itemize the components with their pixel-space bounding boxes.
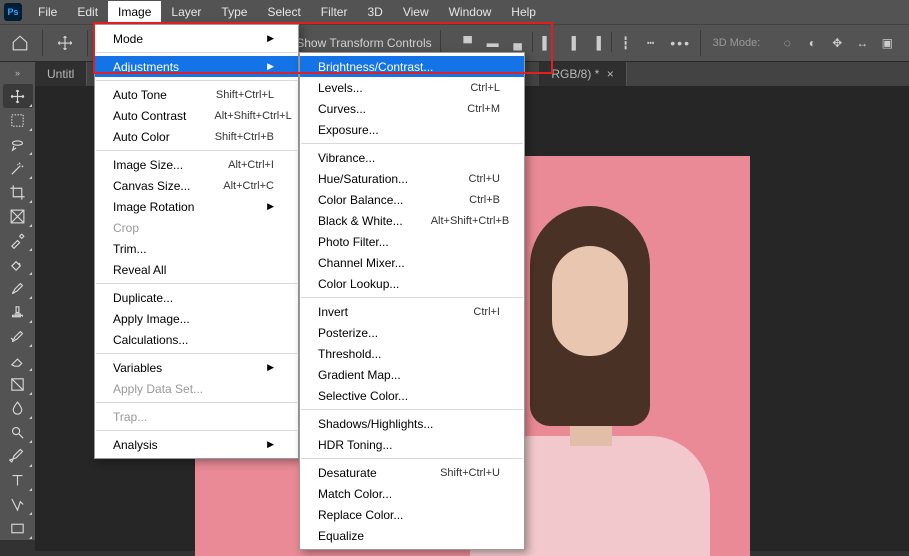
adjust-menu-item-brightness-contrast[interactable]: Brightness/Contrast... [300,56,524,77]
adjust-menu-item-invert[interactable]: InvertCtrl+I [300,301,524,322]
expand-panel-icon[interactable]: » [15,68,20,78]
tool-history[interactable] [3,324,33,348]
align-top-icon[interactable]: ▀ [457,32,479,54]
align-left-icon[interactable]: ▌ [536,32,558,54]
tool-move[interactable] [3,84,33,108]
image-menu-item-mode[interactable]: Mode▶ [95,28,298,49]
home-icon[interactable] [6,29,34,57]
3d-pan-icon[interactable]: ✥ [826,32,848,54]
adjust-menu-item-photo-filter[interactable]: Photo Filter... [300,231,524,252]
image-menu-item-apply-data-set: Apply Data Set... [95,378,298,399]
tool-frame[interactable] [3,204,33,228]
align-vcenter-icon[interactable]: ▬ [482,32,504,54]
distribute-h-icon[interactable]: ┇ [615,32,637,54]
menu-help[interactable]: Help [501,1,546,23]
menu-3d[interactable]: 3D [357,1,392,23]
menu-file[interactable]: File [28,1,67,23]
tool-rectangle[interactable] [3,516,33,540]
menu-filter[interactable]: Filter [311,1,358,23]
image-menu-item-apply-image[interactable]: Apply Image... [95,308,298,329]
image-menu-item-auto-color[interactable]: Auto ColorShift+Ctrl+B [95,126,298,147]
adjust-menu-item-curves[interactable]: Curves...Ctrl+M [300,98,524,119]
menu-select[interactable]: Select [257,1,310,23]
3d-orbit-icon[interactable]: ◌ [776,32,798,54]
adjust-menu-item-levels[interactable]: Levels...Ctrl+L [300,77,524,98]
adjust-menu-item-black-white[interactable]: Black & White...Alt+Shift+Ctrl+B [300,210,524,231]
adjust-menu-item-shadows-highlights[interactable]: Shadows/Highlights... [300,413,524,434]
ps-logo: Ps [4,3,22,21]
image-menu: Mode▶Adjustments▶Auto ToneShift+Ctrl+LAu… [94,24,299,459]
tool-wand[interactable] [3,156,33,180]
tool-type[interactable] [3,468,33,492]
image-menu-item-calculations[interactable]: Calculations... [95,329,298,350]
adjust-menu-item-channel-mixer[interactable]: Channel Mixer... [300,252,524,273]
adjust-menu-item-replace-color[interactable]: Replace Color... [300,504,524,525]
tool-stamp[interactable] [3,300,33,324]
menu-edit[interactable]: Edit [67,1,108,23]
3d-roll-icon[interactable]: ◐ [801,32,823,54]
show-controls-label: Show Transform Controls [296,36,431,50]
image-menu-item-canvas-size[interactable]: Canvas Size...Alt+Ctrl+C [95,175,298,196]
tool-blur[interactable] [3,396,33,420]
3d-camera-icon[interactable]: ▣ [876,32,898,54]
menu-view[interactable]: View [393,1,439,23]
adjust-menu-item-color-balance[interactable]: Color Balance...Ctrl+B [300,189,524,210]
adjust-menu-item-hdr-toning[interactable]: HDR Toning... [300,434,524,455]
align-bottom-icon[interactable]: ▄ [507,32,529,54]
tool-healing[interactable] [3,252,33,276]
tool-dodge[interactable] [3,420,33,444]
tool-path[interactable] [3,492,33,516]
adjustments-submenu: Brightness/Contrast...Levels...Ctrl+LCur… [299,52,525,550]
document-tab-2[interactable]: RGB/8) * × [539,62,626,86]
image-menu-item-image-rotation[interactable]: Image Rotation▶ [95,196,298,217]
align-hcenter-icon[interactable]: ▐ [561,32,583,54]
image-menu-item-duplicate[interactable]: Duplicate... [95,287,298,308]
adjust-menu-item-desaturate[interactable]: DesaturateShift+Ctrl+U [300,462,524,483]
adjust-menu-item-hue-saturation[interactable]: Hue/Saturation...Ctrl+U [300,168,524,189]
adjust-menu-item-posterize[interactable]: Posterize... [300,322,524,343]
tool-brush[interactable] [3,276,33,300]
image-menu-item-variables[interactable]: Variables▶ [95,357,298,378]
menubar: Ps FileEditImageLayerTypeSelectFilter3DV… [0,0,909,24]
align-right-icon[interactable]: ▐ [586,32,608,54]
distribute-v-icon[interactable]: ┅ [640,32,662,54]
image-menu-item-trap: Trap... [95,406,298,427]
close-tab-icon[interactable]: × [607,67,614,81]
image-menu-item-auto-tone[interactable]: Auto ToneShift+Ctrl+L [95,84,298,105]
adjust-menu-item-threshold[interactable]: Threshold... [300,343,524,364]
image-menu-item-image-size[interactable]: Image Size...Alt+Ctrl+I [95,154,298,175]
image-menu-item-crop: Crop [95,217,298,238]
menu-type[interactable]: Type [211,1,257,23]
tool-eraser[interactable] [3,348,33,372]
tool-pen[interactable] [3,444,33,468]
adjust-menu-item-equalize[interactable]: Equalize [300,525,524,546]
tool-lasso[interactable] [3,132,33,156]
tool-gradient[interactable] [3,372,33,396]
tool-crop[interactable] [3,180,33,204]
image-menu-item-adjustments[interactable]: Adjustments▶ [95,56,298,77]
adjust-menu-item-vibrance[interactable]: Vibrance... [300,147,524,168]
adjust-menu-item-selective-color[interactable]: Selective Color... [300,385,524,406]
image-menu-item-reveal-all[interactable]: Reveal All [95,259,298,280]
3d-slide-icon[interactable]: ↔ [851,32,873,54]
align-buttons: ▀ ▬ ▄ ▌ ▐ ▐ ┇ ┅ [457,32,662,54]
adjust-menu-item-gradient-map[interactable]: Gradient Map... [300,364,524,385]
menu-image[interactable]: Image [108,1,161,23]
move-tool-icon[interactable] [51,29,79,57]
document-tab[interactable]: Untitl [35,62,87,86]
tool-eyedropper[interactable] [3,228,33,252]
menu-window[interactable]: Window [439,1,502,23]
3d-mode-label: 3D Mode: [713,37,761,49]
image-menu-item-trim[interactable]: Trim... [95,238,298,259]
tools-panel: » [0,62,35,540]
adjust-menu-item-color-lookup[interactable]: Color Lookup... [300,273,524,294]
menu-layer[interactable]: Layer [161,1,211,23]
image-menu-item-analysis[interactable]: Analysis▶ [95,434,298,455]
adjust-menu-item-exposure[interactable]: Exposure... [300,119,524,140]
tool-marquee[interactable] [3,108,33,132]
more-options-icon[interactable]: ••• [670,32,692,54]
adjust-menu-item-match-color[interactable]: Match Color... [300,483,524,504]
image-menu-item-auto-contrast[interactable]: Auto ContrastAlt+Shift+Ctrl+L [95,105,298,126]
